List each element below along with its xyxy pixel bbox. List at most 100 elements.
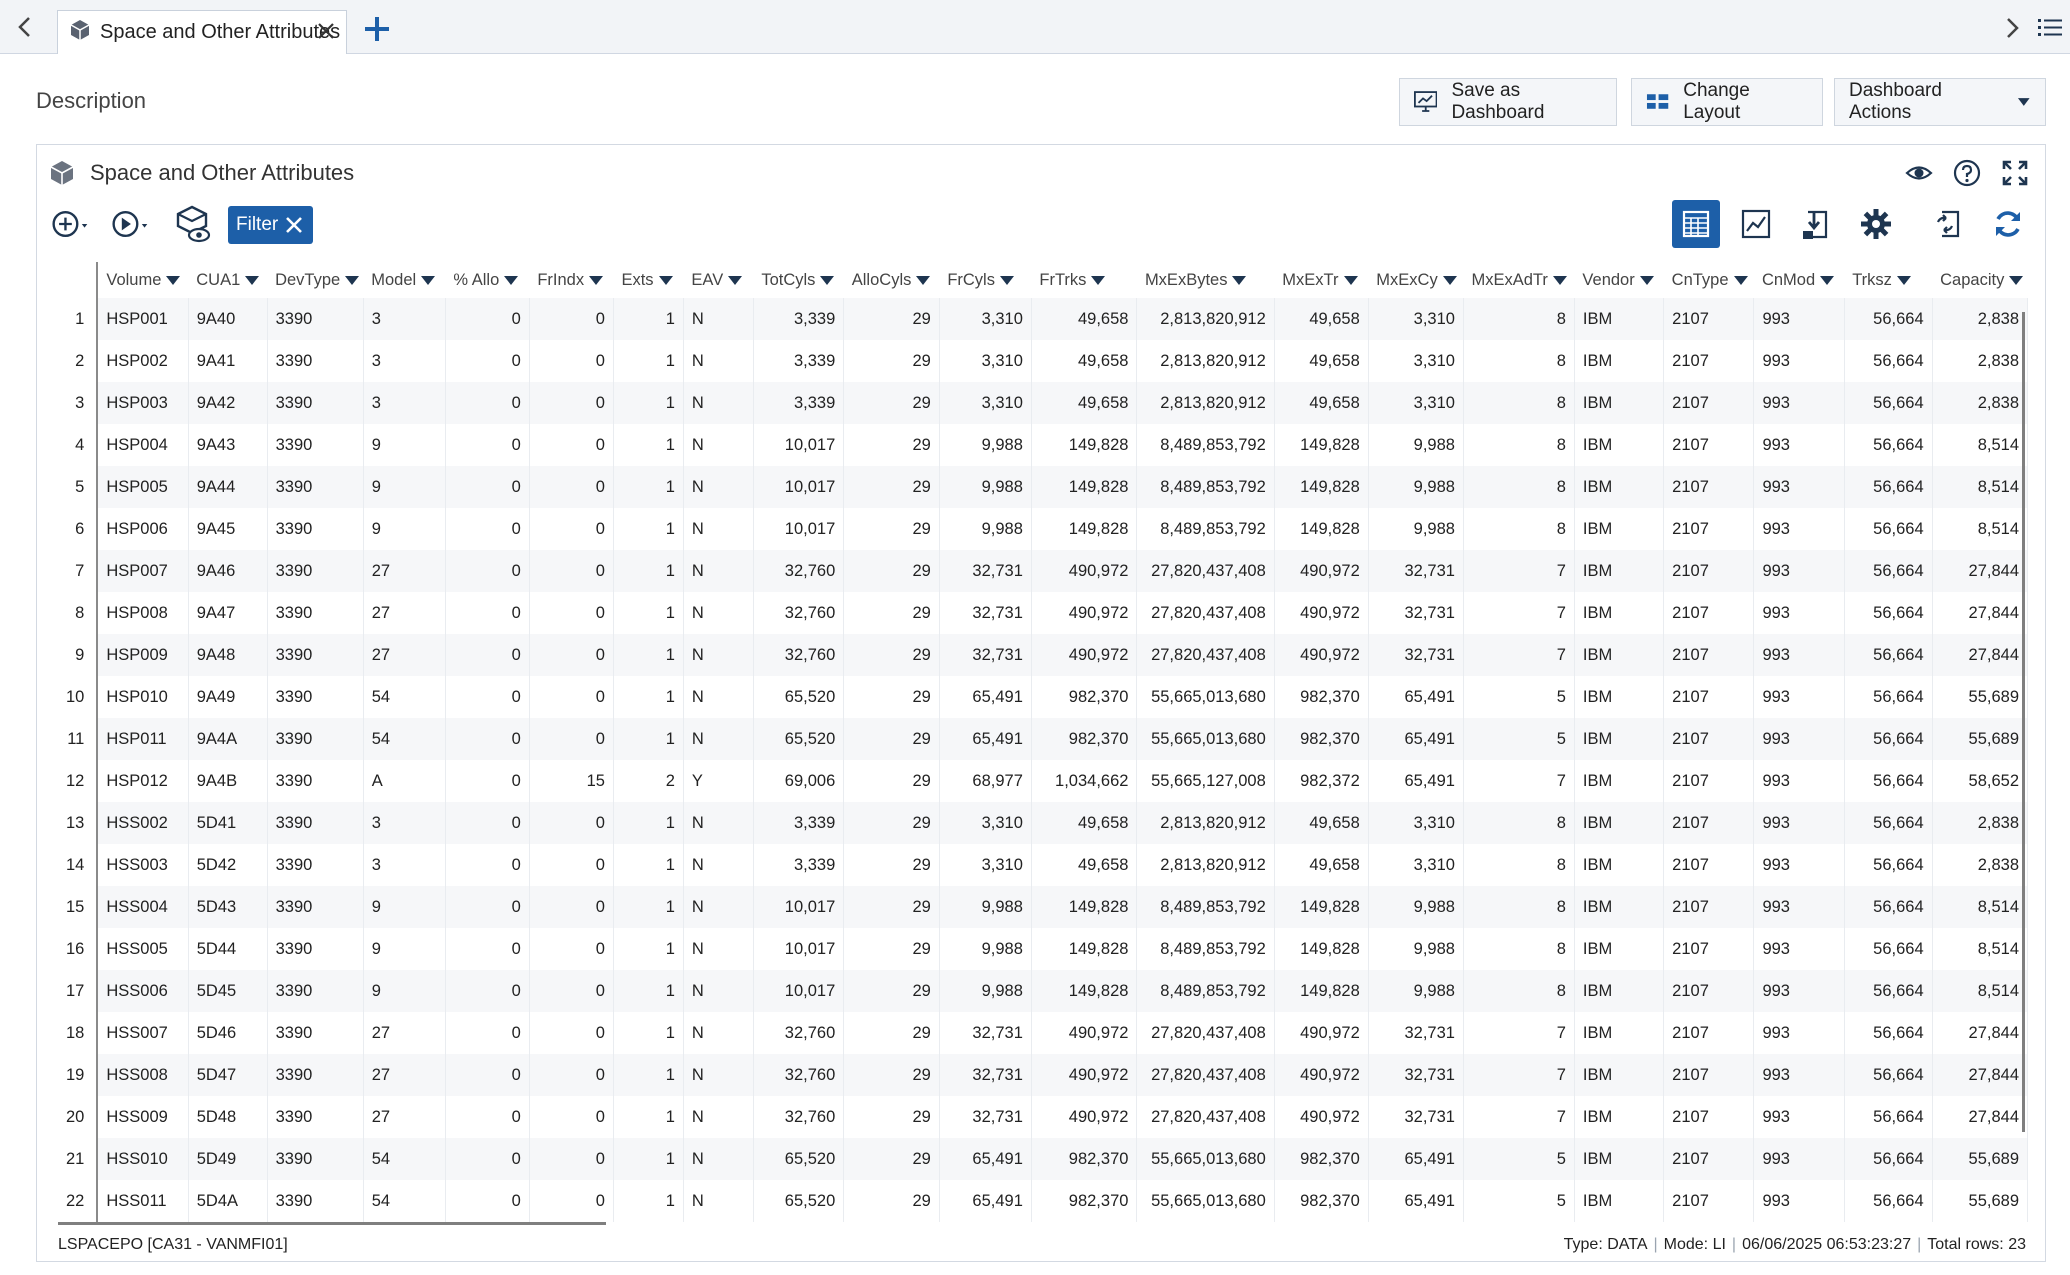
sort-caret-icon[interactable] xyxy=(1232,275,1247,285)
sort-caret-icon[interactable] xyxy=(1343,275,1358,285)
column-header[interactable]: FrIndx xyxy=(529,262,613,298)
refresh-icon[interactable] xyxy=(1984,200,2032,248)
table-row[interactable]: 9 HSP009 9A48 3390 27 0 0 1 N 32,760 29 32,731 490,9… xyxy=(58,634,2028,676)
table-row[interactable]: 14 HSS003 5D42 3390 3 0 0 1 N 3,339 29 3,310 49,658 2… xyxy=(58,844,2028,886)
run-circle-icon[interactable] xyxy=(110,204,150,244)
chart-icon[interactable] xyxy=(1732,200,1780,248)
column-header[interactable]: Model xyxy=(363,262,445,298)
expand-icon[interactable] xyxy=(2000,158,2030,188)
sort-caret-icon[interactable] xyxy=(1442,275,1457,285)
table-cell: 54 xyxy=(363,676,446,718)
table-row[interactable]: 5 HSP005 9A44 3390 9 0 0 1 N 10,017 29 9,988 149,828… xyxy=(58,466,2028,508)
export-icon[interactable] xyxy=(1792,200,1840,248)
tab-space-attributes[interactable]: Space and Other Attributes xyxy=(57,10,347,54)
close-icon[interactable] xyxy=(283,214,305,242)
column-header[interactable]: MxExAdTr xyxy=(1463,262,1574,298)
table-row[interactable]: 12 HSP012 9A4B 3390 A 0 15 2 Y 69,006 29 68,977 1,03… xyxy=(58,760,2028,802)
table-cell: 993 xyxy=(1753,634,1845,676)
help-icon[interactable] xyxy=(1952,158,1982,188)
table-row[interactable]: 6 HSP006 9A45 3390 9 0 0 1 N 10,017 29 9,988 149,828… xyxy=(58,508,2028,550)
table-cell: 29 xyxy=(843,1180,940,1222)
list-icon[interactable] xyxy=(2036,14,2064,42)
table-cell: 29 xyxy=(843,802,940,844)
column-header[interactable]: CUA1 xyxy=(188,262,267,298)
table-row[interactable]: 2 HSP002 9A41 3390 3 0 0 1 N 3,339 29 3,310 49,658 2,… xyxy=(58,340,2028,382)
table-row[interactable]: 8 HSP008 9A47 3390 27 0 0 1 N 32,760 29 32,731 490,9… xyxy=(58,592,2028,634)
sort-caret-icon[interactable] xyxy=(1733,275,1748,285)
column-header[interactable]: Exts xyxy=(613,262,683,298)
table-row[interactable]: 4 HSP004 9A43 3390 9 0 0 1 N 10,017 29 9,988 149,828… xyxy=(58,424,2028,466)
table-row[interactable]: 21 HSS010 5D49 3390 54 0 0 1 N 65,520 29 65,491 982,… xyxy=(58,1138,2028,1180)
table-row[interactable]: 10 HSP010 9A49 3390 54 0 0 1 N 65,520 29 65,491 982,… xyxy=(58,676,2028,718)
filter-chip[interactable]: Filter xyxy=(228,206,313,244)
table-row[interactable]: 16 HSS005 5D44 3390 9 0 0 1 N 10,017 29 9,988 149,82… xyxy=(58,928,2028,970)
table-row[interactable]: 1 HSP001 9A40 3390 3 0 0 1 N 3,339 29 3,310 49,658 2,… xyxy=(58,298,2028,340)
column-header[interactable]: DevType xyxy=(267,262,363,298)
table-cell: 5D44 xyxy=(188,928,268,970)
table-row[interactable]: 15 HSS004 5D43 3390 9 0 0 1 N 10,017 29 9,988 149,82… xyxy=(58,886,2028,928)
column-header[interactable]: TotCyls xyxy=(753,262,843,298)
vertical-scrollbar[interactable] xyxy=(2022,312,2025,1132)
column-header[interactable]: CnMod xyxy=(1754,262,1844,298)
sort-caret-icon[interactable] xyxy=(504,275,519,285)
column-header[interactable]: FrTrks xyxy=(1031,262,1137,298)
table-icon[interactable] xyxy=(1672,200,1720,248)
table-row[interactable]: 11 HSP011 9A4A 3390 54 0 0 1 N 65,520 29 65,491 982,… xyxy=(58,718,2028,760)
sort-caret-icon[interactable] xyxy=(1639,275,1654,285)
table-row[interactable]: 18 HSS007 5D46 3390 27 0 0 1 N 32,760 29 32,731 490,… xyxy=(58,1012,2028,1054)
sort-caret-icon[interactable] xyxy=(1820,275,1835,285)
chevron-left-icon[interactable] xyxy=(10,12,40,42)
table-cell: 3390 xyxy=(267,886,364,928)
table-cell: 3390 xyxy=(267,298,364,340)
sort-caret-icon[interactable] xyxy=(1552,275,1567,285)
table-row[interactable]: 3 HSP003 9A42 3390 3 0 0 1 N 3,339 29 3,310 49,658 2,… xyxy=(58,382,2028,424)
sort-caret-icon[interactable] xyxy=(2009,275,2024,285)
change-layout-button[interactable]: Change Layout xyxy=(1631,78,1823,126)
column-header[interactable]: FrCyls xyxy=(939,262,1031,298)
sort-caret-icon[interactable] xyxy=(1091,275,1106,285)
table-cell: 0 xyxy=(445,1096,530,1138)
table-cell: IBM xyxy=(1574,970,1665,1012)
table-row[interactable]: 20 HSS009 5D48 3390 27 0 0 1 N 32,760 29 32,731 490,… xyxy=(58,1096,2028,1138)
column-header[interactable]: Volume xyxy=(97,262,188,298)
add-circle-icon[interactable] xyxy=(50,204,90,244)
sort-caret-icon[interactable] xyxy=(421,275,436,285)
sort-caret-icon[interactable] xyxy=(345,275,360,285)
sort-caret-icon[interactable] xyxy=(820,275,835,285)
save-as-dashboard-button[interactable]: Save as Dashboard xyxy=(1399,78,1617,126)
table-row[interactable]: 13 HSS002 5D41 3390 3 0 0 1 N 3,339 29 3,310 49,658 2… xyxy=(58,802,2028,844)
column-header[interactable]: % Allo xyxy=(445,262,529,298)
sync-icon[interactable] xyxy=(1924,200,1972,248)
sort-caret-icon[interactable] xyxy=(166,275,181,285)
gear-icon[interactable] xyxy=(1852,200,1900,248)
cube-eye-icon[interactable] xyxy=(174,204,214,244)
column-header[interactable]: Trksz xyxy=(1844,262,1932,298)
sort-caret-icon[interactable] xyxy=(245,275,260,285)
close-icon[interactable] xyxy=(314,19,338,43)
table-row[interactable]: 17 HSS006 5D45 3390 9 0 0 1 N 10,017 29 9,988 149,82… xyxy=(58,970,2028,1012)
plus-icon[interactable] xyxy=(362,14,392,44)
column-header[interactable]: MxExCy xyxy=(1368,262,1463,298)
cube-icon xyxy=(70,19,90,47)
column-header[interactable]: MxExBytes xyxy=(1137,262,1274,298)
eye-icon[interactable] xyxy=(1904,158,1934,188)
column-header[interactable]: Capacity xyxy=(1932,262,2027,298)
table-row[interactable]: 7 HSP007 9A46 3390 27 0 0 1 N 32,760 29 32,731 490,9… xyxy=(58,550,2028,592)
sort-caret-icon[interactable] xyxy=(916,275,931,285)
dashboard-actions-dropdown[interactable]: Dashboard Actions xyxy=(1834,78,2046,126)
column-header[interactable]: Vendor xyxy=(1574,262,1663,298)
sort-caret-icon[interactable] xyxy=(728,275,743,285)
column-header[interactable]: CnType xyxy=(1664,262,1754,298)
table-cell: 982,372 xyxy=(1274,760,1369,802)
table-row[interactable]: 19 HSS008 5D47 3390 27 0 0 1 N 32,760 29 32,731 490,… xyxy=(58,1054,2028,1096)
column-header[interactable]: AlloCyls xyxy=(844,262,940,298)
sort-caret-icon[interactable] xyxy=(589,275,604,285)
table-row[interactable]: 22 HSS011 5D4A 3390 54 0 0 1 N 65,520 29 65,491 982,… xyxy=(58,1180,2028,1222)
sort-caret-icon[interactable] xyxy=(658,275,673,285)
column-header[interactable]: EAV xyxy=(683,262,753,298)
chevron-right-icon[interactable] xyxy=(1998,14,2026,42)
sort-caret-icon[interactable] xyxy=(1896,275,1911,285)
sort-caret-icon[interactable] xyxy=(999,275,1014,285)
horizontal-scrollbar[interactable] xyxy=(58,1222,606,1225)
column-header[interactable]: MxExTr xyxy=(1274,262,1368,298)
